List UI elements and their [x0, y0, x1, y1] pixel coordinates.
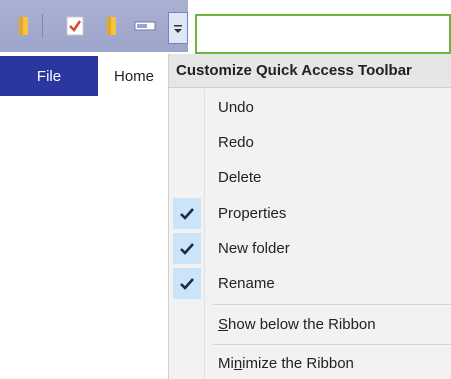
menu-item-label: Minimize the Ribbon [218, 346, 354, 379]
folder-icon[interactable] [14, 15, 36, 37]
checkmark-icon [173, 233, 201, 264]
menu-separator [213, 344, 451, 345]
tab-file[interactable]: File [0, 56, 98, 96]
menu-item-minimize-ribbon[interactable]: Minimize the Ribbon [169, 346, 451, 379]
tab-home[interactable]: Home [98, 56, 170, 96]
tab-file-label: File [36, 67, 62, 85]
menu-item-show-below-ribbon[interactable]: Show below the Ribbon [169, 307, 451, 342]
quick-access-toolbar-strip [0, 0, 188, 52]
menu-item-redo[interactable]: Redo [169, 125, 451, 160]
label-part: imize the Ribbon [242, 355, 354, 372]
tab-home-label: Home [113, 67, 154, 85]
menu-separator [213, 304, 451, 305]
accelerator-key: S [218, 316, 229, 333]
menu-item-undo[interactable]: Undo [169, 90, 451, 125]
quick-access-toolbar [0, 0, 451, 54]
menu-item-properties[interactable]: Properties [169, 196, 451, 231]
ribbon-tabs: File Home [0, 56, 170, 96]
menu-item-new-folder[interactable]: New folder [169, 231, 451, 266]
properties-check-icon[interactable] [64, 15, 86, 37]
address-bar-input[interactable] [195, 14, 451, 54]
menu-item-label: Properties [218, 205, 287, 222]
label-part: how below the Ribbon [228, 316, 376, 333]
customize-dropdown-icon [174, 25, 182, 33]
rename-icon[interactable] [134, 15, 156, 37]
menu-item-label: Undo [218, 99, 254, 116]
checkmark-icon [173, 268, 201, 299]
menu-item-delete[interactable]: Delete [169, 160, 451, 195]
menu-item-label: Delete [218, 169, 262, 186]
menu-item-label: Rename [218, 275, 275, 292]
menu-item-label: Redo [218, 134, 254, 151]
customize-qat-dropdown-button[interactable] [168, 12, 188, 44]
accelerator-key: n [233, 355, 243, 372]
toolbar-separator [42, 14, 43, 38]
menu-item-rename[interactable]: Rename [169, 266, 451, 301]
checkmark-icon [173, 198, 201, 229]
menu-title: Customize Quick Access Toolbar [169, 54, 451, 88]
menu-item-label: Show below the Ribbon [218, 307, 376, 342]
customize-qat-menu: Customize Quick Access Toolbar Undo Redo… [168, 54, 451, 379]
menu-item-label: New folder [218, 240, 290, 257]
new-folder-icon[interactable] [102, 15, 124, 37]
label-part: Mi [218, 355, 234, 372]
